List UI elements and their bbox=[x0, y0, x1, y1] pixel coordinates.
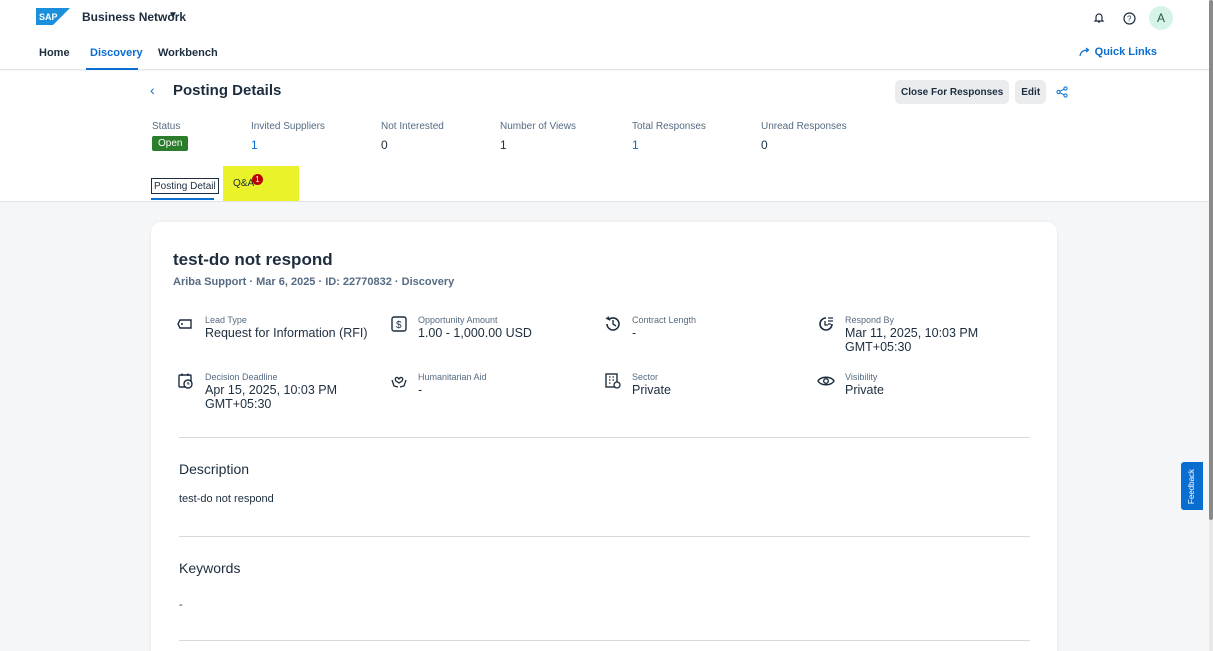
bell-icon[interactable] bbox=[1089, 8, 1109, 28]
attr-lead-type: Lead Type Request for Information (RFI) bbox=[177, 315, 387, 355]
money-icon: $ bbox=[391, 316, 407, 332]
stat-invited-suppliers: Invited Suppliers 1 bbox=[251, 121, 325, 152]
tab-posting-detail[interactable]: Posting Detail bbox=[151, 178, 219, 194]
divider bbox=[179, 536, 1030, 537]
edit-button[interactable]: Edit bbox=[1015, 80, 1047, 104]
quick-links-label: Quick Links bbox=[1094, 46, 1157, 58]
building-settings-icon bbox=[605, 373, 621, 389]
description-text: test-do not respond bbox=[179, 493, 274, 505]
tab-qa-label: Q&A bbox=[233, 178, 255, 189]
tab-qa[interactable]: Q&A 1 bbox=[223, 166, 299, 201]
eye-icon bbox=[817, 376, 835, 386]
stat-unread-responses: Unread Responses 0 bbox=[761, 121, 847, 152]
total-responses-link[interactable]: 1 bbox=[632, 138, 706, 152]
caret-down-icon[interactable]: ▼ bbox=[168, 10, 178, 21]
object-header: ‹ Posting Details Close For Responses Ed… bbox=[0, 71, 1213, 202]
stat-total-responses: Total Responses 1 bbox=[632, 121, 706, 152]
feedback-button[interactable]: Feedback bbox=[1181, 462, 1203, 510]
back-chevron-icon[interactable]: ‹ bbox=[150, 82, 155, 98]
attr-humanitarian-aid: Humanitarian Aid - bbox=[390, 372, 600, 412]
close-for-responses-button[interactable]: Close For Responses bbox=[895, 80, 1010, 104]
divider bbox=[179, 437, 1030, 438]
invited-suppliers-link[interactable]: 1 bbox=[251, 138, 325, 152]
share-arrow-icon bbox=[1079, 47, 1090, 57]
attr-decision-deadline: Decision Deadline Apr 15, 2025, 10:03 PM… bbox=[177, 372, 387, 422]
sap-logo[interactable]: SAP bbox=[36, 8, 70, 25]
posting-title: test-do not respond bbox=[173, 250, 333, 269]
hands-heart-icon bbox=[391, 376, 407, 388]
attr-respond-by: Respond By Mar 11, 2025, 10:03 PM GMT+05… bbox=[817, 315, 1037, 365]
calendar-clock-icon bbox=[178, 373, 193, 389]
divider bbox=[179, 640, 1030, 641]
nav-active-indicator bbox=[86, 68, 138, 70]
feedback-label: Feedback bbox=[1187, 468, 1197, 504]
attr-sector: Sector Private bbox=[604, 372, 814, 412]
status-badge: Open bbox=[152, 136, 189, 151]
nav-discovery[interactable]: Discovery bbox=[90, 47, 143, 59]
tag-icon bbox=[177, 319, 192, 329]
history-icon bbox=[605, 316, 620, 331]
share-icon[interactable] bbox=[1052, 82, 1072, 102]
nav-home[interactable]: Home bbox=[39, 47, 70, 59]
description-heading: Description bbox=[179, 461, 250, 477]
deadline-icon bbox=[819, 317, 833, 331]
shell-bar: SAP Business Network ▼ ? A Home Discover… bbox=[0, 0, 1213, 70]
posting-meta: Ariba Support · Mar 6, 2025 · ID: 227708… bbox=[173, 276, 455, 288]
quick-links-button[interactable]: Quick Links bbox=[1079, 46, 1157, 58]
keywords-text: - bbox=[179, 599, 183, 611]
svg-text:$: $ bbox=[396, 320, 402, 331]
scrollbar-thumb[interactable] bbox=[1209, 0, 1213, 520]
stat-not-interested: Not Interested 0 bbox=[381, 121, 444, 152]
stat-status: Status Open bbox=[152, 121, 189, 151]
header-actions: Close For Responses Edit bbox=[895, 80, 1072, 104]
svg-text:SAP: SAP bbox=[39, 12, 58, 22]
keywords-heading: Keywords bbox=[179, 560, 241, 576]
stat-number-of-views: Number of Views 1 bbox=[500, 121, 576, 152]
help-icon[interactable]: ? bbox=[1119, 8, 1139, 28]
tab-active-indicator bbox=[151, 198, 214, 200]
avatar[interactable]: A bbox=[1149, 6, 1173, 30]
attr-visibility: Visibility Private bbox=[817, 372, 1027, 412]
attr-contract-length: Contract Length - bbox=[604, 315, 814, 355]
nav-workbench[interactable]: Workbench bbox=[158, 47, 218, 59]
qa-count-badge: 1 bbox=[252, 174, 263, 185]
svg-text:?: ? bbox=[1127, 14, 1132, 23]
attr-opportunity-amount: $ Opportunity Amount 1.00 - 1,000.00 USD bbox=[390, 315, 600, 355]
posting-card: test-do not respond Ariba Support · Mar … bbox=[151, 222, 1057, 651]
page-title: Posting Details bbox=[173, 82, 282, 99]
